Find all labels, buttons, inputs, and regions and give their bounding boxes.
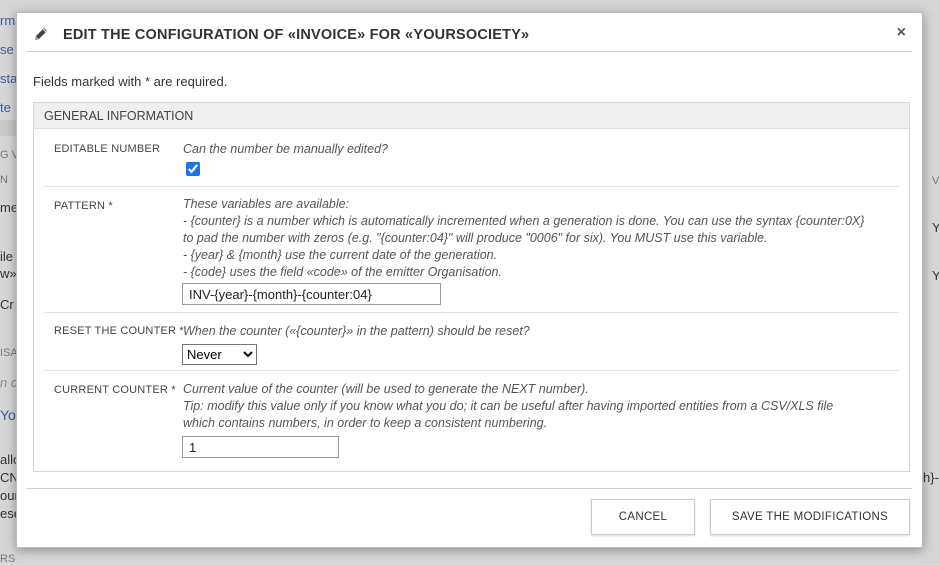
reset-counter-select[interactable]: Never — [182, 344, 257, 365]
cancel-button[interactable]: CANCEL — [591, 499, 695, 535]
pattern-help: These variables are available: - {counte… — [183, 196, 903, 281]
bg-fragment: Yo — [0, 407, 16, 423]
required-fields-note: Fields marked with * are required. — [33, 74, 228, 89]
save-modifications-button[interactable]: SAVE THE MODIFICATIONS — [710, 499, 910, 535]
bg-fragment: sta — [0, 71, 18, 86]
bg-fragment: V — [932, 175, 939, 187]
editable-number-checkbox[interactable] — [186, 162, 200, 176]
pattern-help-line: - {year} & {month} use the current date … — [183, 248, 498, 262]
section-header: GENERAL INFORMATION — [34, 103, 909, 129]
pattern-input[interactable] — [182, 283, 441, 305]
bg-fragment: te — [0, 100, 11, 115]
pattern-row: PATTERN * These variables are available:… — [44, 186, 899, 313]
pattern-help-line: - {counter} is a number which is automat… — [183, 214, 865, 228]
edit-configuration-dialog: EDIT THE CONFIGURATION OF «INVOICE» FOR … — [16, 12, 923, 548]
editable-number-label: EDITABLE NUMBER — [54, 143, 161, 155]
reset-counter-help: When the counter («{counter}» in the pat… — [183, 324, 530, 338]
bg-fragment: Cr — [0, 297, 14, 312]
current-counter-help-line: Tip: modify this value only if you know … — [183, 399, 834, 413]
bg-fragment: n c — [0, 375, 18, 390]
bg-divider — [0, 120, 16, 136]
pencil-icon — [35, 28, 47, 40]
bg-fragment: RS — [0, 553, 16, 565]
pattern-help-line: - {code} uses the field «code» of the em… — [183, 265, 502, 279]
current-counter-row: CURRENT COUNTER * Current value of the c… — [44, 370, 899, 470]
current-counter-help-line: which contains numbers, in order to keep… — [183, 416, 548, 430]
reset-counter-row: RESET THE COUNTER * When the counter («{… — [44, 312, 899, 371]
close-icon[interactable]: × — [897, 24, 906, 42]
editable-number-help: Can the number be manually edited? — [183, 142, 388, 156]
pattern-help-line: to pad the number with zeros (e.g. "{cou… — [183, 231, 768, 245]
current-counter-help: Current value of the counter (will be us… — [183, 381, 903, 432]
dialog-title: EDIT THE CONFIGURATION OF «INVOICE» FOR … — [63, 27, 530, 43]
bg-fragment: rm — [0, 13, 16, 28]
bg-fragment: Y — [932, 268, 939, 283]
bg-fragment: w» — [0, 266, 17, 281]
bg-fragment: Y — [932, 220, 939, 235]
general-information-section: GENERAL INFORMATION EDITABLE NUMBER Can … — [33, 102, 910, 472]
pattern-help-line: These variables are available: — [183, 197, 350, 211]
footer-divider — [27, 488, 912, 489]
current-counter-help-line: Current value of the counter (will be us… — [183, 382, 589, 396]
dialog-header: EDIT THE CONFIGURATION OF «INVOICE» FOR … — [17, 13, 922, 53]
header-divider — [27, 51, 912, 52]
reset-counter-label: RESET THE COUNTER * — [54, 325, 184, 337]
pattern-label: PATTERN * — [54, 200, 113, 212]
section-title: GENERAL INFORMATION — [44, 109, 194, 123]
bg-fragment: h}- — [923, 470, 939, 485]
bg-fragment: ile — [0, 249, 14, 264]
bg-fragment: N — [0, 174, 8, 186]
current-counter-label: CURRENT COUNTER * — [54, 384, 176, 396]
current-counter-input[interactable] — [182, 436, 339, 458]
bg-fragment: se — [0, 42, 14, 57]
editable-number-row: EDITABLE NUMBER Can the number be manual… — [44, 130, 899, 187]
